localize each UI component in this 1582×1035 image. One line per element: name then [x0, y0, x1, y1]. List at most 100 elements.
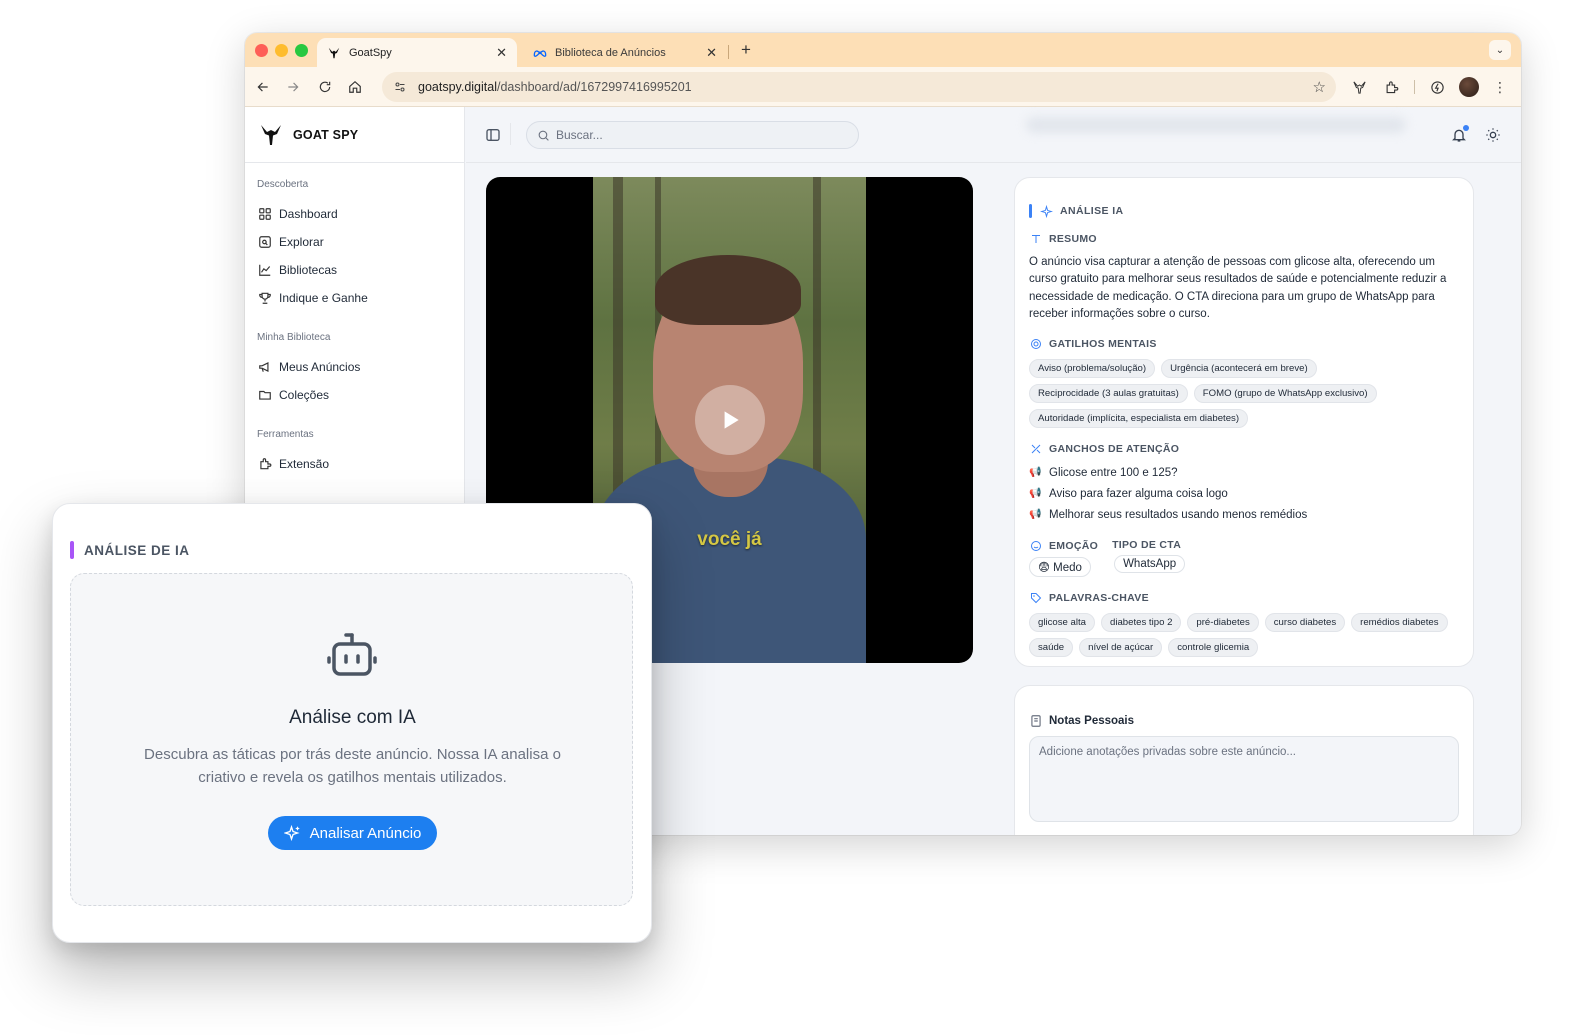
hook-text: Glicose entre 100 e 125?: [1049, 466, 1178, 479]
sidebar-item-meus-anuncios[interactable]: Meus Anúncios: [257, 353, 452, 381]
folder-icon: [257, 387, 273, 403]
accent-bar: [1029, 204, 1032, 218]
keyword-chip: controle glicemia: [1168, 638, 1259, 658]
goat-logo-icon: [261, 124, 281, 145]
triggers-label: GATILHOS MENTAIS: [1049, 338, 1157, 351]
summary-text: O anúncio visa capturar a atenção de pes…: [1029, 256, 1447, 320]
url-domain: goatspy.digital: [418, 80, 497, 94]
play-icon: [724, 411, 739, 429]
ai-analysis-promo-card: ANÁLISE DE IA Análise com IA Descubra as…: [52, 503, 652, 943]
site-settings-icon[interactable]: [390, 77, 410, 97]
back-arrow-icon[interactable]: [253, 77, 273, 97]
sidebar-item-extensao[interactable]: Extensão: [257, 450, 452, 478]
promo-header-title: ANÁLISE DE IA: [84, 542, 190, 558]
sidebar-item-colecoes[interactable]: Coleções: [257, 381, 452, 409]
nav-heading: Minha Biblioteca: [257, 332, 331, 343]
extensions-puzzle-icon[interactable]: [1381, 77, 1401, 97]
emotion-title: EMOÇÃO: [1029, 539, 1098, 553]
sparkles-icon: [1040, 204, 1053, 218]
performance-icon[interactable]: [1427, 77, 1447, 97]
sidebar-item-explorar[interactable]: Explorar: [257, 228, 452, 256]
analyze-ad-button[interactable]: Analisar Anúncio: [268, 816, 437, 850]
emotion-badge: 😨 Medo: [1029, 557, 1091, 578]
close-window-button[interactable]: [255, 44, 268, 57]
notes-header: Notas Pessoais: [1029, 714, 1459, 728]
ai-analysis-header: ANÁLISE IA: [1029, 204, 1459, 218]
goat-logo-icon: [327, 46, 341, 60]
target-icon: [1029, 337, 1043, 351]
trigger-chip: Aviso (problema/solução): [1029, 359, 1156, 379]
keyword-chip: glicose alta: [1029, 613, 1095, 633]
notes-card: Notas Pessoais: [1014, 685, 1474, 835]
sidebar-item-label: Extensão: [279, 457, 330, 471]
trigger-chip: Autoridade (implícita, especialista em d…: [1029, 409, 1249, 429]
forward-arrow-icon[interactable]: [283, 77, 303, 97]
triggers-title: GATILHOS MENTAIS: [1029, 337, 1459, 351]
sidebar-item-label: Explorar: [279, 235, 324, 249]
grid-icon: [257, 206, 273, 222]
promo-description: Descubra as táticas por trás deste anúnc…: [144, 746, 561, 786]
brand-name: GOAT SPY: [293, 127, 359, 142]
explore-icon: [257, 234, 273, 250]
note-icon: [1031, 715, 1041, 727]
summary-title: RESUMO: [1029, 232, 1459, 246]
sidebar-item-indique[interactable]: Indique e Ganhe: [257, 284, 452, 312]
goatspy-extension-icon[interactable]: [1349, 77, 1369, 97]
hook-item: 📢 Aviso para fazer alguma coisa logo: [1029, 483, 1459, 504]
sidebar-item-label: Indique e Ganhe: [279, 291, 368, 305]
sidebar-item-dashboard[interactable]: Dashboard: [257, 200, 452, 228]
home-icon[interactable]: [345, 77, 365, 97]
search-box[interactable]: [526, 121, 859, 149]
sparkles-icon: [283, 824, 300, 842]
maximize-window-button[interactable]: [295, 44, 308, 57]
close-tab-icon[interactable]: ✕: [706, 45, 717, 61]
bookmark-star-icon[interactable]: ☆: [1313, 78, 1326, 96]
keyword-chip: diabetes tipo 2: [1101, 613, 1182, 633]
analyze-ad-label: Analisar Anúncio: [309, 824, 422, 842]
hooks-label: GANCHOS DE ATENÇÃO: [1049, 443, 1180, 456]
notes-textarea[interactable]: [1029, 736, 1459, 822]
browser-toolbar: goatspy.digital/dashboard/ad/16729974169…: [245, 67, 1521, 107]
sidebar-item-bibliotecas[interactable]: Bibliotecas: [257, 256, 452, 284]
search-input[interactable]: [556, 128, 836, 142]
keyword-chip: saúde: [1029, 638, 1074, 658]
app-topbar: [466, 107, 1521, 163]
hook-text: Aviso para fazer alguma coisa logo: [1049, 487, 1228, 500]
sidebar-item-label: Coleções: [279, 388, 330, 402]
meta-logo-icon: [533, 46, 547, 60]
nav-heading: Descoberta: [257, 179, 309, 190]
nav-section-ferramentas: Ferramentas Extensão: [245, 409, 464, 478]
sidebar-item-label: Dashboard: [279, 207, 338, 221]
emotion-column: EMOÇÃO 😨 Medo: [1029, 539, 1098, 578]
play-button[interactable]: [695, 385, 765, 455]
ai-analysis-card: ANÁLISE IA RESUMO O anúncio visa captura…: [1014, 177, 1474, 667]
keywords-title: PALAVRAS-CHAVE: [1029, 591, 1459, 605]
robot-icon: [327, 633, 377, 676]
url-text: goatspy.digital/dashboard/ad/16729974169…: [418, 80, 692, 94]
emotion-cta-row: EMOÇÃO 😨 Medo TIPO DE CTA WhatsApp: [1029, 539, 1459, 578]
minimize-window-button[interactable]: [275, 44, 288, 57]
keywords-list: glicose alta diabetes tipo 2 pré-diabete…: [1029, 613, 1459, 658]
new-tab-button[interactable]: +: [735, 39, 757, 61]
close-tab-icon[interactable]: ✕: [496, 45, 507, 61]
puzzle-icon: [257, 456, 273, 472]
tab-title: GoatSpy: [349, 46, 392, 59]
tab-search-button[interactable]: ⌄: [1489, 40, 1511, 60]
sidebar-toggle-icon[interactable]: [485, 127, 501, 143]
profile-avatar[interactable]: [1459, 77, 1479, 97]
tab-goatspy[interactable]: GoatSpy ✕: [317, 38, 517, 67]
smile-icon: [1029, 539, 1043, 553]
nav-heading: Ferramentas: [257, 429, 314, 440]
accent-bar: [70, 541, 74, 559]
sun-icon[interactable]: [1485, 127, 1501, 143]
summary-label: RESUMO: [1049, 233, 1097, 245]
blurred-content: [1026, 117, 1406, 133]
keyword-chip: curso diabetes: [1264, 613, 1346, 633]
url-path: /dashboard/ad/1672997416995201: [497, 80, 692, 94]
address-bar[interactable]: goatspy.digital/dashboard/ad/16729974169…: [382, 72, 1336, 102]
reload-icon[interactable]: [315, 77, 335, 97]
tab-biblioteca[interactable]: Biblioteca de Anúncios ✕: [523, 38, 727, 67]
trigger-chip: FOMO (grupo de WhatsApp exclusivo): [1193, 384, 1377, 404]
browser-menu-icon[interactable]: ⋮: [1490, 77, 1510, 97]
cta-column: TIPO DE CTA WhatsApp: [1112, 539, 1186, 577]
